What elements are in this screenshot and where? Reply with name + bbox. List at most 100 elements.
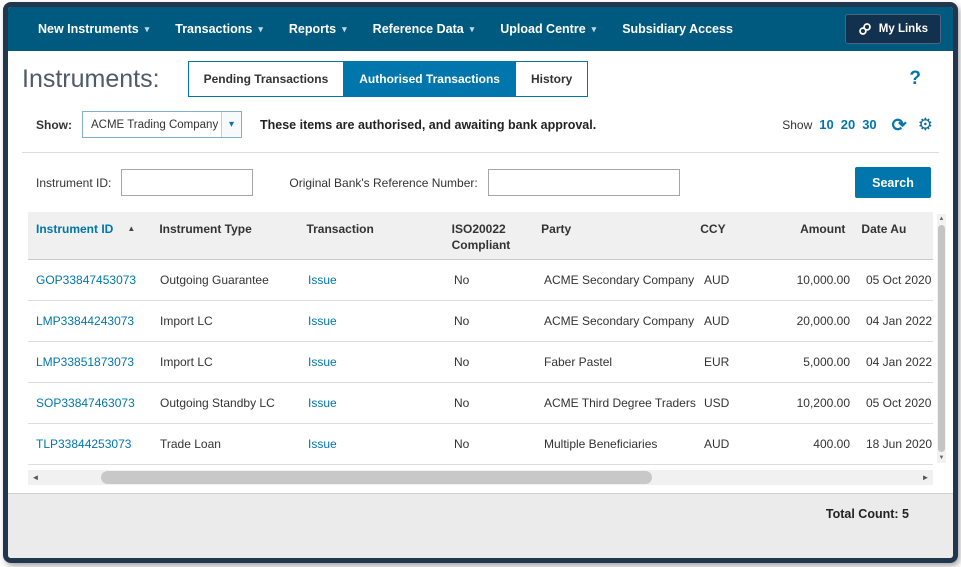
help-icon[interactable]: ? bbox=[909, 68, 921, 90]
main-content: Instruments: Pending TransactionsAuthori… bbox=[8, 51, 953, 485]
filter-row: Instrument ID: Original Bank's Reference… bbox=[28, 167, 933, 198]
party-cell: ACME Secondary Company bbox=[536, 314, 696, 328]
instrument-type-cell: Import LC bbox=[152, 314, 300, 328]
amount-cell: 5,000.00 bbox=[772, 355, 858, 369]
tab-history[interactable]: History bbox=[516, 61, 588, 97]
instrument-type-cell: Outgoing Guarantee bbox=[152, 273, 300, 287]
footer: Total Count: 5 bbox=[8, 493, 953, 558]
nav-item-reports[interactable]: Reports▾ bbox=[289, 22, 347, 36]
chevron-down-icon: ▾ bbox=[221, 112, 241, 137]
column-header[interactable]: Transaction bbox=[298, 221, 443, 237]
horizontal-scroll-thumb[interactable] bbox=[101, 471, 652, 484]
page-size-controls: Show 102030 ⟳ ⚙ bbox=[782, 116, 933, 134]
company-dropdown[interactable]: ACME Trading Company ▾ bbox=[82, 111, 242, 138]
nav-item-reference-data[interactable]: Reference Data▾ bbox=[373, 22, 475, 36]
page-title: Instruments: bbox=[22, 65, 160, 94]
table-row: LMP33844243073Import LCIssueNoACME Secon… bbox=[28, 301, 933, 342]
page-size-option-10[interactable]: 10 bbox=[819, 117, 833, 132]
column-header[interactable]: Date Au bbox=[853, 221, 933, 237]
table-header: Instrument ID ▲ Instrument Type Transaction… bbox=[28, 212, 933, 260]
instrument-type-cell: Import LC bbox=[152, 355, 300, 369]
search-button[interactable]: Search bbox=[855, 167, 931, 198]
instrument-id-link[interactable]: SOP33847463073 bbox=[28, 396, 152, 410]
show-label: Show: bbox=[36, 118, 72, 132]
chevron-down-icon: ▾ bbox=[470, 24, 475, 35]
column-header[interactable]: Party bbox=[533, 221, 692, 237]
sort-ascending-icon: ▲ bbox=[127, 224, 135, 233]
column-header-label: Party bbox=[541, 222, 571, 236]
scroll-right-icon[interactable]: ► bbox=[918, 470, 933, 485]
column-header-label: Amount bbox=[800, 222, 845, 236]
tab-authorised-transactions[interactable]: Authorised Transactions bbox=[344, 61, 516, 97]
tab-pending-transactions[interactable]: Pending Transactions bbox=[188, 61, 345, 97]
column-header[interactable]: CCY bbox=[692, 221, 768, 237]
table-row: GOP33847453073Outgoing GuaranteeIssueNoA… bbox=[28, 260, 933, 301]
transaction-link[interactable]: Issue bbox=[300, 396, 446, 410]
ccy-cell: USD bbox=[696, 396, 772, 410]
my-links-button[interactable]: My Links bbox=[845, 14, 941, 44]
reference-number-input[interactable] bbox=[488, 169, 680, 196]
page-size-option-30[interactable]: 30 bbox=[862, 117, 876, 132]
date-authorised-cell: 05 Oct 2020 bbox=[858, 273, 933, 287]
transaction-link[interactable]: Issue bbox=[300, 437, 446, 451]
my-links-label: My Links bbox=[879, 23, 928, 35]
divider bbox=[22, 152, 939, 153]
transaction-link[interactable]: Issue bbox=[300, 314, 446, 328]
iso20022-cell: No bbox=[446, 437, 536, 451]
party-cell: Multiple Beneficiaries bbox=[536, 437, 696, 451]
amount-cell: 400.00 bbox=[772, 437, 858, 451]
instrument-id-link[interactable]: TLP33844253073 bbox=[28, 437, 152, 451]
app-window: New Instruments▾Transactions▾Reports▾Ref… bbox=[3, 2, 958, 563]
table-body: GOP33847453073Outgoing GuaranteeIssueNoA… bbox=[28, 260, 933, 465]
company-dropdown-value: ACME Trading Company bbox=[83, 112, 221, 137]
party-cell: ACME Secondary Company bbox=[536, 273, 696, 287]
nav-item-new-instruments[interactable]: New Instruments▾ bbox=[38, 22, 149, 36]
gear-icon[interactable]: ⚙ bbox=[918, 116, 933, 133]
ccy-cell: EUR bbox=[696, 355, 772, 369]
nav-item-upload-centre[interactable]: Upload Centre▾ bbox=[500, 22, 596, 36]
party-cell: Faber Pastel bbox=[536, 355, 696, 369]
date-authorised-cell: 18 Jun 2020 bbox=[858, 437, 933, 451]
iso20022-cell: No bbox=[446, 355, 536, 369]
refresh-icon[interactable]: ⟳ bbox=[892, 116, 907, 134]
column-header[interactable]: Instrument ID ▲ bbox=[28, 221, 151, 237]
instrument-id-link[interactable]: LMP33851873073 bbox=[28, 355, 152, 369]
chevron-down-icon: ▾ bbox=[145, 24, 150, 35]
horizontal-scroll-track[interactable] bbox=[43, 470, 918, 485]
amount-cell: 10,200.00 bbox=[772, 396, 858, 410]
table-row: TLP33844253073Trade LoanIssueNoMultiple … bbox=[28, 424, 933, 465]
column-header[interactable]: Instrument Type bbox=[151, 221, 298, 237]
top-nav: New Instruments▾Transactions▾Reports▾Ref… bbox=[8, 7, 953, 51]
column-header-label: Instrument ID bbox=[36, 222, 113, 236]
status-message: These items are authorised, and awaiting… bbox=[260, 118, 596, 132]
instrument-id-link[interactable]: GOP33847453073 bbox=[28, 273, 152, 287]
instrument-id-link[interactable]: LMP33844243073 bbox=[28, 314, 152, 328]
horizontal-scrollbar[interactable]: ◄ ► bbox=[28, 470, 933, 485]
nav-item-label: Transactions bbox=[175, 22, 252, 36]
column-header[interactable]: Amount bbox=[768, 221, 854, 237]
column-header-label: Instrument Type bbox=[159, 222, 251, 236]
instrument-id-input[interactable] bbox=[121, 169, 253, 196]
page-size-option-20[interactable]: 20 bbox=[841, 117, 855, 132]
scroll-down-icon[interactable]: ▼ bbox=[937, 453, 946, 463]
iso20022-cell: No bbox=[446, 273, 536, 287]
column-header[interactable]: ISO20022 Compliant bbox=[444, 221, 534, 253]
column-header-label: Transaction bbox=[306, 222, 373, 236]
column-header-label: ISO20022 Compliant bbox=[452, 222, 511, 252]
transaction-link[interactable]: Issue bbox=[300, 273, 446, 287]
transaction-link[interactable]: Issue bbox=[300, 355, 446, 369]
iso20022-cell: No bbox=[446, 396, 536, 410]
amount-cell: 20,000.00 bbox=[772, 314, 858, 328]
nav-item-transactions[interactable]: Transactions▾ bbox=[175, 22, 263, 36]
table-row: LMP33851873073Import LCIssueNoFaber Past… bbox=[28, 342, 933, 383]
column-header-label: CCY bbox=[700, 222, 725, 236]
instrument-id-label: Instrument ID: bbox=[36, 176, 111, 190]
ccy-cell: AUD bbox=[696, 437, 772, 451]
vertical-scrollbar[interactable]: ▲ ▼ bbox=[937, 214, 946, 463]
chevron-down-icon: ▾ bbox=[342, 24, 347, 35]
page-size-options: 10 20 30 bbox=[819, 117, 876, 132]
scroll-up-icon[interactable]: ▲ bbox=[937, 214, 946, 224]
scroll-left-icon[interactable]: ◄ bbox=[28, 470, 43, 485]
vertical-scroll-thumb[interactable] bbox=[938, 225, 945, 452]
nav-item-subsidiary-access[interactable]: Subsidiary Access bbox=[622, 22, 733, 36]
